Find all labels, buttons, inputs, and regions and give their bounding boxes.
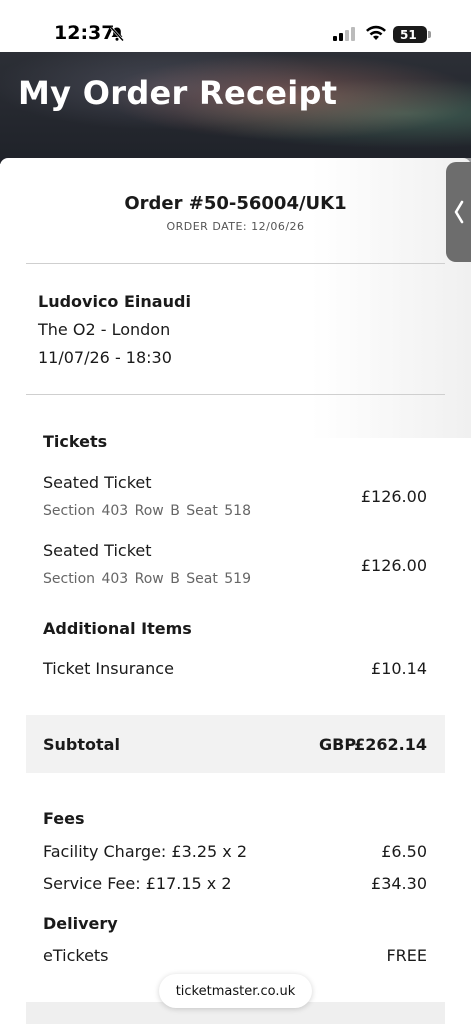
subtotal-currency: GBP (319, 735, 357, 754)
additional-items-heading: Additional Items (43, 619, 192, 638)
browser-url-bar[interactable]: ticketmaster.co.uk (159, 974, 312, 1008)
ticket-seat-detail: Section 403 Row B Seat 519 (43, 571, 251, 587)
bell-slash-icon (110, 26, 124, 42)
insurance-price: £10.14 (371, 659, 427, 678)
order-date: ORDER DATE: 12/06/26 (166, 220, 305, 233)
delivery-method-price: FREE (386, 946, 427, 965)
header-banner: My Order Receipt (0, 52, 471, 164)
tickets-heading: Tickets (43, 432, 108, 451)
ticket-price: £126.00 (360, 487, 427, 506)
battery-icon: 51 (393, 26, 427, 43)
battery-cap (428, 31, 431, 38)
delivery-heading: Delivery (43, 914, 118, 933)
order-number: Order #50-56004/UK1 (124, 193, 347, 214)
url-text: ticketmaster.co.uk (175, 983, 296, 999)
divider (26, 263, 445, 264)
fees-heading: Fees (43, 809, 85, 828)
event-venue: The O2 - London (38, 320, 171, 339)
subtotal-label: Subtotal (43, 735, 120, 754)
wifi-icon (366, 25, 386, 40)
page-title: My Order Receipt (18, 74, 338, 112)
event-name: Ludovico Einaudi (38, 292, 191, 311)
facility-charge-price: £6.50 (381, 842, 427, 861)
ticket-label: Seated Ticket (43, 473, 152, 492)
insurance-label: Ticket Insurance (43, 659, 174, 678)
battery-level: 51 (400, 27, 417, 42)
status-bar: 12:37 51 (0, 0, 471, 52)
ticket-label: Seated Ticket (43, 541, 152, 560)
event-datetime: 11/07/26 - 18:30 (38, 348, 172, 367)
signal-icon (333, 27, 355, 41)
service-fee-label: Service Fee: £17.15 x 2 (43, 874, 232, 893)
status-time: 12:37 (54, 22, 115, 44)
facility-charge-label: Facility Charge: £3.25 x 2 (43, 842, 248, 861)
subtotal-amount: £262.14 (354, 735, 427, 754)
divider (26, 394, 445, 395)
receipt-card (0, 158, 471, 1024)
ticket-price: £126.00 (360, 556, 427, 575)
service-fee-price: £34.30 (371, 874, 427, 893)
ticket-seat-detail: Section 403 Row B Seat 518 (43, 503, 251, 519)
delivery-method-label: eTickets (43, 946, 109, 965)
